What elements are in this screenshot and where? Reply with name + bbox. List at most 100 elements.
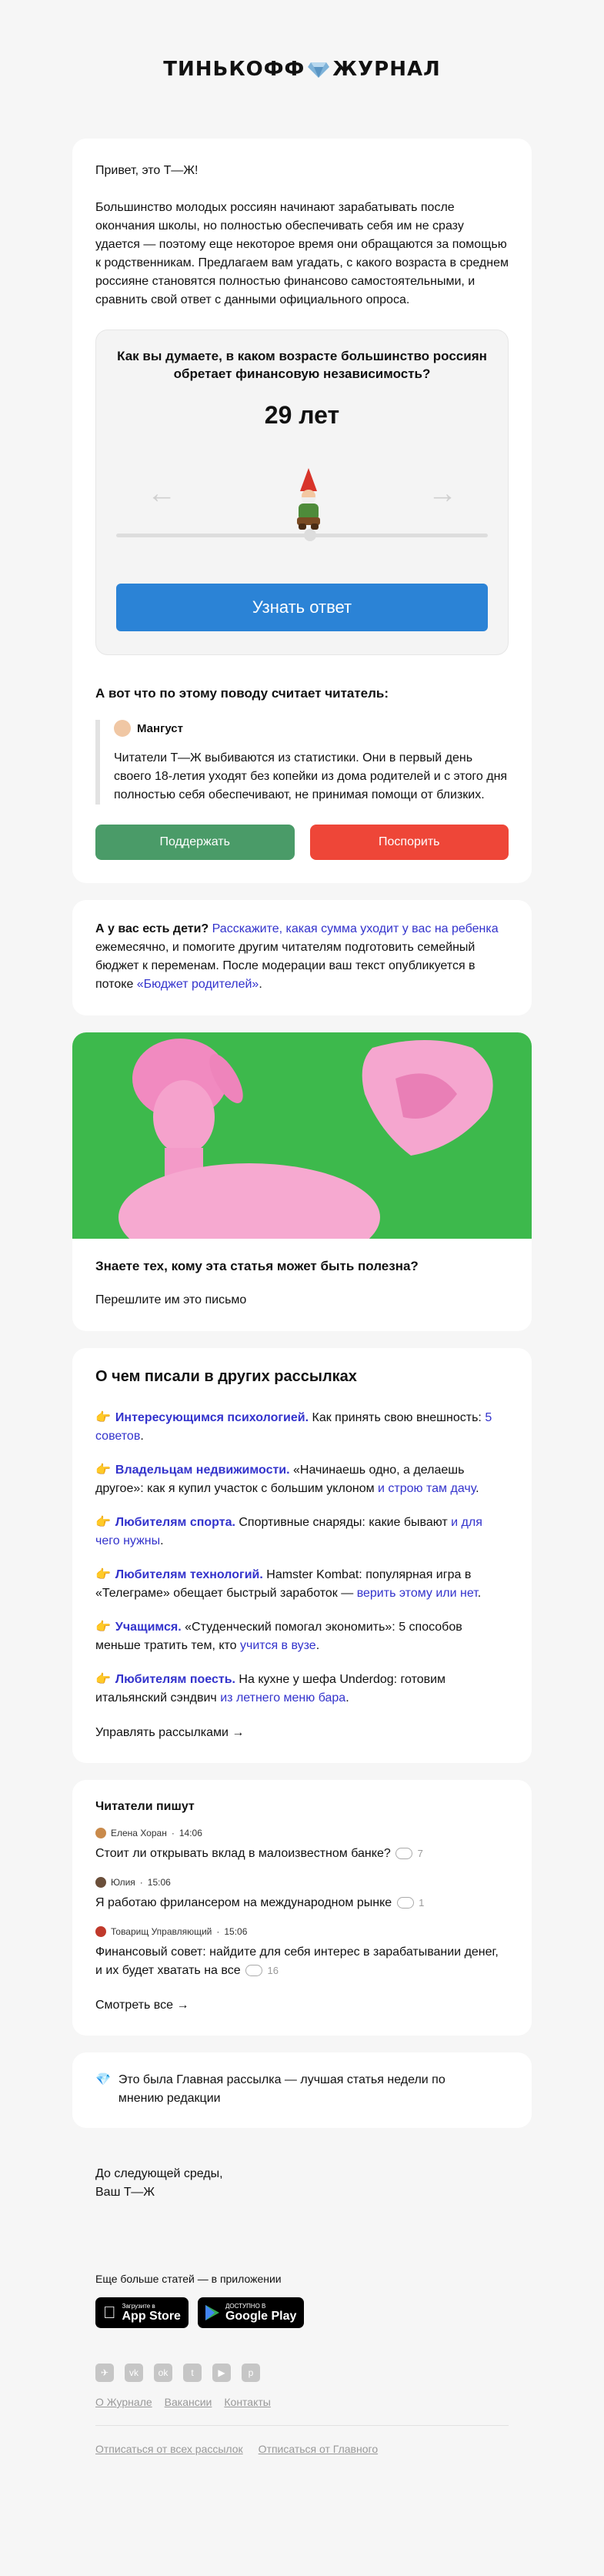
reader-author-name: Мангуст	[137, 721, 183, 735]
post-time: 14:06	[179, 1828, 202, 1838]
share-text: Перешлите им это письмо	[95, 1293, 247, 1306]
odnoklassniki-icon[interactable]: ok	[154, 2364, 172, 2382]
signoff-line1: До следующей среды,	[95, 2167, 223, 2180]
post-title: Стоит ли открывать вклад в малоизвестном…	[95, 1847, 391, 1860]
see-all-link[interactable]: Смотреть все →	[95, 1999, 509, 2012]
pointing-hand-icon: 👉	[95, 1568, 111, 1581]
signoff: До следующей среды, Ваш Т—Ж	[95, 2165, 509, 2202]
comment-icon	[396, 1897, 414, 1909]
topic-link[interactable]: Учащимся.	[115, 1621, 182, 1634]
pinterest-icon[interactable]: p	[242, 2364, 260, 2382]
list-item: 👉 Любителям технологий. Hamster Kombat: п…	[95, 1566, 509, 1603]
unsubscribe-main-link[interactable]: Отписаться от Главного	[259, 2443, 378, 2455]
app-store-button[interactable]:  Загрузите вApp Store	[95, 2297, 189, 2328]
gplay-big: Google Play	[212, 2310, 296, 2323]
slider-knob[interactable]	[304, 529, 316, 541]
age-slider[interactable]: ← →	[116, 430, 488, 584]
post-author: Елена Хоран	[111, 1828, 167, 1838]
social-links: ✈ vk ok t ▶ p	[95, 2364, 509, 2382]
post-question[interactable]: Стоит ли открывать вклад в малоизвестном…	[95, 1845, 509, 1863]
jobs-link[interactable]: Вакансии	[165, 2396, 212, 2408]
support-button[interactable]: Поддержать	[95, 825, 295, 860]
post-question[interactable]: Финансовый совет: найдите для себя интер…	[95, 1943, 509, 1980]
reader-author: Мангуст	[114, 720, 509, 737]
topic-link[interactable]: Любителям спорта.	[115, 1516, 235, 1529]
other-newsletters-card: О чем писали в других рассылках 👉 Интерес…	[72, 1348, 532, 1763]
comment-icon	[245, 1965, 263, 1977]
kids-card: А у вас есть дети? Расскажите, какая сум…	[72, 900, 532, 1015]
item-end: .	[160, 1534, 164, 1547]
list-item: 👉 Учащимся. «Студенческий помогал экономи…	[95, 1618, 509, 1655]
app-buttons:  Загрузите вApp Store ДОСТУПНО ВGoogle …	[95, 2297, 509, 2328]
other-list: 👉 Интересующимся психологией. Как принять…	[95, 1409, 509, 1708]
contacts-link[interactable]: Контакты	[224, 2396, 270, 2408]
post-meta: Товарищ Управляющий · 15:06	[95, 1926, 509, 1937]
item-text: Спортивные снаряды: какие бывают	[235, 1516, 452, 1529]
kids-link-story[interactable]: Расскажите, какая сумма уходит у вас на …	[212, 922, 499, 935]
post-meta: Юлия · 15:06	[95, 1877, 509, 1888]
post-author: Товарищ Управляющий	[111, 1926, 212, 1937]
post-author: Юлия	[111, 1877, 135, 1888]
list-item[interactable]: Елена Хоран · 14:06 Стоит ли открывать вкл…	[95, 1828, 509, 1863]
unsubscribe-links: Отписаться от всех рассылок Отписаться о…	[95, 2443, 509, 2455]
pointing-hand-icon: 👉	[95, 1464, 111, 1477]
readers-write-heading: Читатели пишут	[95, 1800, 195, 1813]
item-link[interactable]: учится в вузе	[240, 1639, 316, 1652]
topic-link[interactable]: Любителям поесть.	[115, 1673, 235, 1686]
item-end: .	[315, 1639, 320, 1652]
logo-text-right: ЖУРНАЛ	[332, 58, 441, 81]
comment-count: 16	[267, 1965, 279, 1976]
main-note-card: 💎 Это была Главная рассылка — лучшая ста…	[72, 2052, 532, 2128]
comment-count: 1	[419, 1897, 425, 1909]
item-end: .	[140, 1430, 144, 1443]
logo-text-left: ТИНЬКОФФ	[163, 58, 305, 81]
kids-link-budget[interactable]: «Бюджет родителей»	[137, 978, 259, 991]
topic-link[interactable]: Любителям технологий.	[115, 1568, 263, 1581]
avatar	[95, 1926, 106, 1937]
share-card: Знаете тех, кому эта статья может быть п…	[72, 1032, 532, 1331]
unsubscribe-all-link[interactable]: Отписаться от всех рассылок	[95, 2443, 243, 2455]
reveal-answer-button[interactable]: Узнать ответ	[116, 584, 488, 631]
pointing-hand-icon: 👉	[95, 1411, 111, 1424]
youtube-icon[interactable]: ▶	[212, 2364, 231, 2382]
list-item: 👉 Любителям поесть. На кухне у шефа Under…	[95, 1671, 509, 1708]
item-link[interactable]: из летнего меню бара	[220, 1691, 345, 1705]
argue-button[interactable]: Поспорить	[309, 825, 509, 860]
post-title: Финансовый совет: найдите для себя интер…	[95, 1945, 499, 1977]
list-item: 👉 Владельцам недвижимости. «Начинаешь одн…	[95, 1461, 509, 1498]
logo[interactable]: ТИНЬКОФФ ЖУРНАЛ	[0, 0, 604, 139]
reader-heading: А вот что по этому поводу считает читате…	[95, 686, 389, 701]
arrow-left-icon[interactable]: ←	[147, 477, 176, 510]
topic-link[interactable]: Владельцам недвижимости.	[115, 1464, 290, 1477]
kids-end: .	[259, 978, 262, 991]
post-time: 15:06	[147, 1877, 171, 1888]
item-end: .	[476, 1482, 479, 1495]
readers-write-card: Читатели пишут Елена Хоран · 14:06 Стоит л…	[72, 1780, 532, 2036]
divider	[95, 2425, 509, 2426]
twitter-icon[interactable]: t	[183, 2364, 202, 2382]
topic-link[interactable]: Интересующимся психологией.	[115, 1411, 309, 1424]
diamond-icon	[308, 62, 330, 78]
age-value: 29 лет	[264, 401, 340, 429]
quiz-question: Как вы думаете, в каком возрасте большин…	[117, 349, 487, 381]
about-link[interactable]: О Журнале	[95, 2396, 152, 2408]
manage-subscriptions-link[interactable]: Управлять рассылками →	[95, 1726, 509, 1740]
kids-text: А у вас есть дети? Расскажите, какая сум…	[95, 920, 509, 994]
post-question[interactable]: Я работаю фрилансером на международном р…	[95, 1894, 509, 1912]
item-link[interactable]: и строю там дачу	[378, 1482, 476, 1495]
avatar	[95, 1877, 106, 1888]
app-label: Еще больше статей — в приложении	[95, 2273, 282, 2285]
post-title: Я работаю фрилансером на международном р…	[95, 1896, 392, 1909]
list-item[interactable]: Товарищ Управляющий · 15:06 Финансовый сов…	[95, 1926, 509, 1980]
list-item[interactable]: Юлия · 15:06 Я работаю фрилансером на межд…	[95, 1877, 509, 1912]
main-note-text: Это была Главная рассылка — лучшая стать…	[118, 2073, 445, 2105]
share-caption: Знаете тех, кому эта статья может быть п…	[72, 1239, 532, 1331]
telegram-icon[interactable]: ✈	[95, 2364, 114, 2382]
gnome-icon[interactable]	[289, 468, 328, 531]
play-icon	[205, 2305, 219, 2320]
google-play-button[interactable]: ДОСТУПНО В Google Play	[197, 2297, 305, 2328]
vk-icon[interactable]: vk	[125, 2364, 143, 2382]
item-link[interactable]: верить этому или нет	[357, 1587, 478, 1600]
slider-track[interactable]	[116, 534, 488, 537]
arrow-right-icon[interactable]: →	[428, 477, 457, 510]
